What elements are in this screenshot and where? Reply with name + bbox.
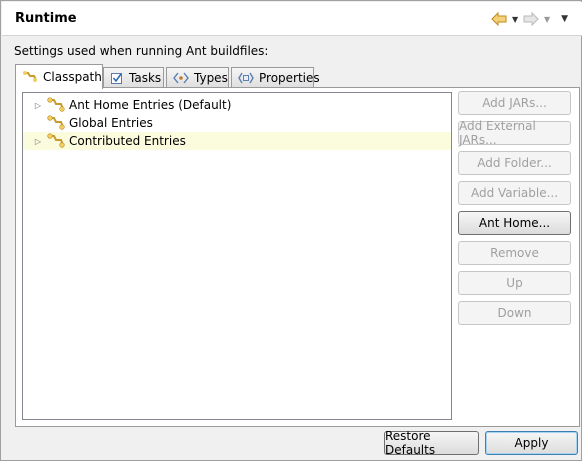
- tab-classpath[interactable]: Classpath: [15, 64, 103, 89]
- tab-types[interactable]: Types: [166, 67, 229, 88]
- back-arrow-icon[interactable]: [491, 11, 507, 27]
- classpath-entry-icon: [47, 115, 65, 131]
- tab-tasks[interactable]: Tasks: [103, 67, 164, 88]
- expand-arrow-icon[interactable]: ▷: [31, 137, 45, 146]
- expand-arrow-icon[interactable]: ▷: [31, 101, 45, 110]
- classpath-icon: [22, 70, 38, 84]
- apply-button[interactable]: Apply: [485, 431, 578, 455]
- add-folder-button[interactable]: Add Folder...: [458, 151, 571, 175]
- properties-icon: [238, 71, 254, 85]
- classpath-entry-icon: [47, 97, 65, 113]
- settings-description: Settings used when running Ant buildfile…: [14, 44, 269, 58]
- add-jars-button[interactable]: Add JARs...: [458, 91, 571, 115]
- tree-item-label: Global Entries: [69, 116, 153, 130]
- restore-defaults-button[interactable]: Restore Defaults: [384, 429, 479, 457]
- tab-label: Types: [194, 71, 228, 85]
- preferences-page: Runtime ▼ ▼ ▼ Settings used when running…: [0, 0, 582, 461]
- history-navigation: ▼ ▼ ▼: [491, 11, 568, 27]
- classpath-tree[interactable]: ▷ Ant Home Entries (Default) ▷ Global En…: [22, 92, 452, 420]
- tree-item-label: Ant Home Entries (Default): [69, 98, 232, 112]
- forward-menu-chevron-down-icon: ▼: [544, 14, 551, 24]
- tab-properties[interactable]: Properties: [231, 67, 320, 88]
- page-title: Runtime: [15, 11, 77, 26]
- classpath-panel: ▷ Ant Home Entries (Default) ▷ Global En…: [15, 87, 580, 427]
- types-icon: [173, 71, 189, 85]
- classpath-entry-icon: [47, 133, 65, 149]
- page-header: Runtime ▼ ▼ ▼: [2, 2, 582, 36]
- back-menu-chevron-down-icon[interactable]: ▼: [510, 15, 520, 24]
- ant-home-button[interactable]: Ant Home...: [458, 211, 571, 235]
- tab-label: Classpath: [43, 70, 102, 84]
- tree-item-contributed-entries[interactable]: ▷ Contributed Entries: [23, 132, 451, 150]
- tasks-icon: [110, 71, 124, 85]
- down-button[interactable]: Down: [458, 301, 571, 325]
- tree-item-label: Contributed Entries: [69, 134, 186, 148]
- tab-label: Tasks: [129, 71, 162, 85]
- up-button[interactable]: Up: [458, 271, 571, 295]
- tree-item-ant-home-entries[interactable]: ▷ Ant Home Entries (Default): [23, 96, 451, 114]
- tab-label: Properties: [259, 71, 320, 85]
- add-variable-button[interactable]: Add Variable...: [458, 181, 571, 205]
- view-menu-icon[interactable]: ▼: [561, 14, 568, 24]
- forward-arrow-icon: [523, 11, 539, 27]
- tree-item-global-entries[interactable]: ▷ Global Entries: [23, 114, 451, 132]
- add-external-jars-button[interactable]: Add External JARs...: [458, 119, 571, 147]
- remove-button[interactable]: Remove: [458, 241, 571, 265]
